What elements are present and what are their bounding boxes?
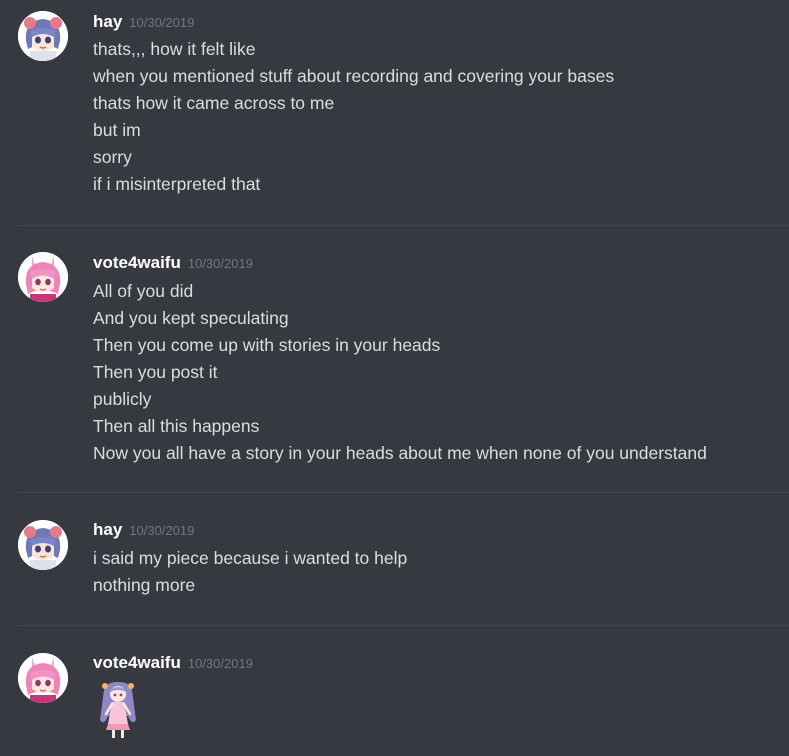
username[interactable]: vote4waifu [93, 653, 181, 673]
message-timestamp: 10/30/2019 [187, 656, 253, 671]
message-line: thats,,, how it felt like [93, 39, 256, 59]
message-line: nothing more [93, 575, 196, 595]
message-content: i said my piece because i wanted to help… [93, 545, 407, 599]
blue-haired-anime-avatar-icon [18, 520, 68, 570]
message-line: Then you post it [93, 362, 218, 382]
user-avatar[interactable] [18, 252, 68, 302]
message-line: And you kept speculating [93, 308, 289, 328]
message-content: thats,,, how it felt like when you menti… [93, 36, 614, 198]
message-divider [18, 225, 789, 226]
chat-message-list: hay 10/30/2019 thats,,, how it felt like… [0, 0, 789, 756]
message-timestamp: 10/30/2019 [187, 256, 253, 271]
message-content: All of you did And you kept speculating … [93, 278, 707, 467]
pink-haired-anime-avatar-icon [18, 252, 68, 302]
message-timestamp: 10/30/2019 [129, 523, 195, 538]
anime-girl-sticker-icon[interactable] [96, 680, 140, 740]
message-line: Then you come up with stories in your he… [93, 335, 441, 355]
message-divider [18, 625, 789, 626]
user-avatar[interactable] [18, 520, 68, 570]
user-avatar[interactable] [18, 653, 68, 703]
message-line: thats how it came across to me [93, 93, 335, 113]
message-line: Then all this happens [93, 416, 260, 436]
message-line: All of you did [93, 281, 194, 301]
blue-haired-anime-avatar-icon [18, 11, 68, 61]
username[interactable]: vote4waifu [93, 253, 181, 273]
username[interactable]: hay [93, 520, 122, 540]
message-line: but im [93, 120, 141, 140]
message-line: if i misinterpreted that [93, 174, 261, 194]
message-line: Now you all have a story in your heads a… [93, 443, 707, 463]
message-line: sorry [93, 147, 132, 167]
username[interactable]: hay [93, 12, 122, 32]
message-line: when you mentioned stuff about recording… [93, 66, 615, 86]
message-line: i said my piece because i wanted to help [93, 548, 408, 568]
pink-haired-anime-avatar-icon [18, 653, 68, 703]
message-timestamp: 10/30/2019 [129, 15, 195, 30]
user-avatar[interactable] [18, 11, 68, 61]
message-divider [18, 492, 789, 493]
message-line: publicly [93, 389, 152, 409]
